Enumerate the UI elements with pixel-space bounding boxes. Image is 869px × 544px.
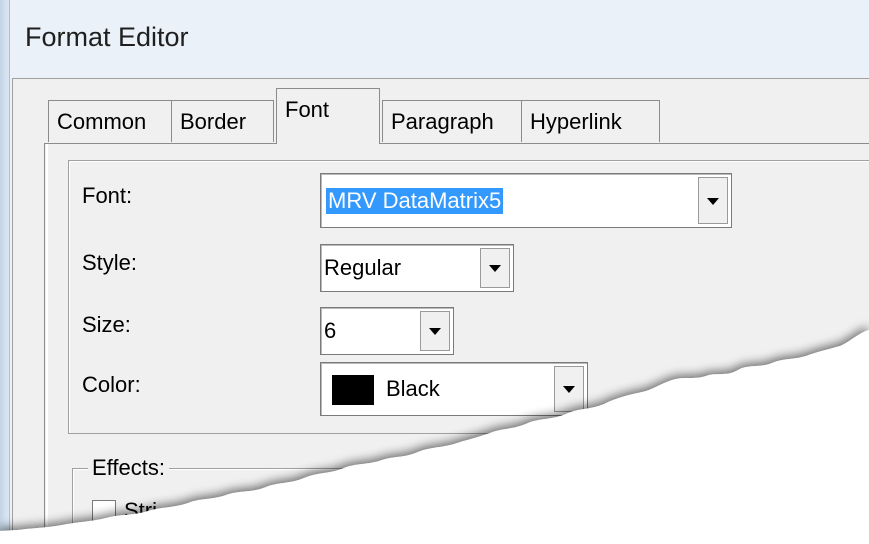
style-value: Regular [324,255,402,280]
chevron-down-icon[interactable] [698,177,728,224]
title-bar[interactable]: Format Editor [10,0,869,90]
font-label: Font: [82,183,133,208]
strikeout-checkbox-label: Stri [124,498,157,523]
effects-label: Effects: [88,455,169,481]
font-combobox[interactable]: MRV DataMatrix5 [320,173,732,228]
style-label: Style: [82,250,138,275]
size-value: 6 [324,318,337,343]
color-swatch [332,375,374,405]
style-combobox[interactable]: Regular [320,244,514,292]
chevron-down-icon[interactable] [420,311,450,351]
screenshot-stage: Format Editor Common Border Paragraph Hy… [0,0,869,544]
tab-font[interactable]: Font [276,88,380,144]
color-label: Color: [82,372,141,397]
checkbox-icon[interactable] [92,500,116,524]
tab-hyperlink[interactable]: Hyperlink [522,100,660,142]
chevron-down-icon[interactable] [480,248,510,288]
size-combobox[interactable]: 6 [320,307,454,355]
font-value[interactable]: MRV DataMatrix5 [326,187,504,214]
window-left-border [0,0,10,544]
chevron-down-icon[interactable] [554,366,584,412]
tab-border[interactable]: Border [172,100,274,142]
color-combobox[interactable]: Black [320,362,588,416]
effects-group-frame [72,468,869,544]
tab-paragraph[interactable]: Paragraph [382,100,522,142]
tab-common[interactable]: Common [48,100,172,142]
size-label: Size: [82,312,131,337]
window-title: Format Editor [25,22,189,52]
color-value: Black [386,376,440,401]
